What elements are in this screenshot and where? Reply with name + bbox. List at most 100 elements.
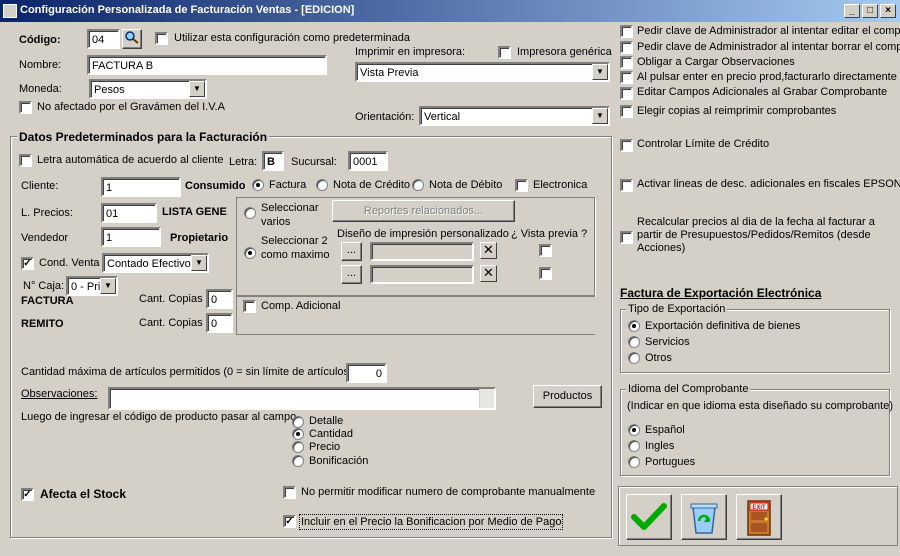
codigo-label: Código: [19, 34, 61, 46]
sucursal-field[interactable]: 0001 [348, 151, 388, 171]
opt3-checkbox[interactable] [620, 56, 633, 69]
moneda-select[interactable]: Pesos ▼ [89, 79, 207, 99]
tipo-nc-label: Nota de Crédito [333, 179, 411, 191]
opt5-checkbox[interactable] [620, 87, 633, 100]
diseno-field-1[interactable] [370, 242, 474, 261]
opt4-label: Al pulsar enter en precio prod,facturarl… [637, 71, 897, 83]
idioma-en-radio[interactable] [628, 440, 640, 452]
exp-otros-radio[interactable] [628, 352, 640, 364]
exp-bienes-radio[interactable] [628, 320, 640, 332]
maximize-button[interactable]: □ [862, 4, 878, 18]
letra-auto-checkbox[interactable] [19, 154, 32, 167]
export-title: Factura de Exportación Electrónica [620, 286, 822, 300]
copias-field-1[interactable]: 0 [206, 289, 233, 309]
clear-button-2[interactable]: ✕ [480, 265, 497, 282]
afecta-stock-label: Afecta el Stock [40, 487, 127, 501]
minimize-button[interactable]: _ [844, 4, 860, 18]
idioma-en-label: Ingles [645, 440, 675, 452]
browse-button-2[interactable]: ... [341, 265, 362, 284]
cant-max-label: Cantidad máxima de artículos permitidos … [21, 366, 353, 378]
diseno-label: Diseño de impresión personalizado [337, 228, 509, 240]
predeterminada-checkbox[interactable] [155, 32, 168, 45]
diseno-field-2[interactable] [370, 265, 474, 284]
nombre-field[interactable]: FACTURA B [87, 55, 327, 75]
exit-button[interactable]: EXIT [736, 494, 782, 540]
divider [236, 296, 595, 297]
clear-button-1[interactable]: ✕ [480, 242, 497, 259]
impresora-generica-label: Impresora genérica [517, 46, 612, 58]
copias-field-2[interactable]: 0 [206, 313, 233, 333]
opt9-label: Recalcular precios al dia de la fecha al… [637, 216, 875, 254]
campo-bonificacion-radio[interactable] [292, 455, 304, 467]
tipo-nc-radio[interactable] [316, 179, 328, 191]
vista-previa-checkbox-2[interactable] [539, 267, 552, 280]
caja-label: N° Caja: [23, 280, 65, 292]
opt3-label: Obligar a Cargar Observaciones [637, 56, 795, 68]
impresora-select[interactable]: Vista Previa ▼ [355, 62, 610, 82]
campo-cantidad-radio[interactable] [292, 428, 304, 440]
idioma-pt-radio[interactable] [628, 456, 640, 468]
letra-field[interactable]: B [262, 151, 284, 171]
electronica-checkbox[interactable] [515, 179, 528, 192]
accept-button[interactable] [626, 494, 672, 540]
sel-varios-radio[interactable] [244, 207, 256, 219]
tipo-factura-radio[interactable] [252, 179, 264, 191]
close-button[interactable]: × [880, 4, 896, 18]
sel-dos-label: Seleccionar 2 como maximo [261, 235, 330, 261]
copias-label-2: Cant. Copias [139, 317, 203, 329]
campo-precio-radio[interactable] [292, 441, 304, 453]
app-icon [3, 4, 17, 18]
impresora-generica-checkbox[interactable] [498, 46, 511, 59]
precios-field[interactable]: 01 [101, 203, 157, 223]
opt8-checkbox[interactable] [620, 179, 633, 192]
exp-bienes-label: Exportación definitiva de bienes [645, 320, 801, 332]
browse-button-1[interactable]: ... [341, 242, 362, 261]
campo-cantidad-label: Cantidad [309, 428, 354, 440]
productos-button[interactable]: Productos [533, 385, 602, 408]
opt7-checkbox[interactable] [620, 139, 633, 152]
orientacion-select[interactable]: Vertical ▼ [419, 106, 610, 126]
observaciones-scrollbar[interactable] [479, 389, 494, 408]
opt9-checkbox[interactable] [620, 231, 633, 244]
electronica-label: Electronica [533, 179, 588, 191]
opt6-label: Elegir copias al reimprimir comprobantes [637, 105, 837, 117]
codigo-search-button[interactable] [122, 29, 142, 49]
codigo-field[interactable]: 04 [87, 29, 120, 49]
chevron-down-icon: ▼ [592, 64, 608, 80]
cond-venta-checkbox[interactable]: ✓ [21, 257, 34, 270]
chevron-down-icon: ▼ [189, 81, 205, 97]
cond-venta-label: Cond. Venta [39, 257, 100, 269]
recycle-button[interactable] [681, 494, 727, 540]
search-icon [125, 31, 139, 44]
cliente-field[interactable]: 1 [101, 177, 181, 197]
idioma-es-radio[interactable] [628, 424, 640, 436]
vista-previa-checkbox-1[interactable] [539, 244, 552, 257]
sel-dos-radio[interactable] [244, 247, 256, 259]
reportes-button[interactable]: Reportes relacionados... [332, 200, 515, 222]
comp-adicional-checkbox[interactable] [243, 300, 256, 313]
gravamen-checkbox[interactable] [19, 101, 32, 114]
cond-venta-select[interactable]: Contado Efectivo ▼ [102, 253, 209, 273]
letra-auto-label: Letra automática de acuerdo al cliente [37, 154, 224, 166]
opt2-checkbox[interactable] [620, 41, 633, 54]
opt4-checkbox[interactable] [620, 71, 633, 84]
opt1-checkbox[interactable] [620, 25, 633, 38]
caja-select[interactable]: 0 - Prir ▼ [66, 276, 118, 296]
exp-otros-label: Otros [645, 352, 672, 364]
no-permitir-checkbox[interactable] [283, 486, 296, 499]
tipo-nd-label: Nota de Débito [429, 179, 503, 191]
cant-max-field[interactable]: 0 [346, 363, 387, 383]
tipo-nd-radio[interactable] [412, 179, 424, 191]
vendedor-label: Vendedor [21, 232, 69, 244]
incluir-label: Incluir en el Precio la Bonificacion por… [299, 514, 564, 530]
exp-servicios-radio[interactable] [628, 336, 640, 348]
incluir-checkbox[interactable]: ✓ [283, 515, 296, 528]
idioma-pt-label: Portugues [645, 456, 696, 468]
vendedor-field[interactable]: 1 [101, 227, 161, 247]
opt7-label: Controlar Límite de Crédito [637, 138, 770, 150]
campo-detalle-radio[interactable] [292, 416, 304, 428]
afecta-stock-checkbox[interactable]: ✓ [21, 488, 34, 501]
observaciones-field[interactable] [108, 387, 496, 410]
exit-door-icon: EXIT [747, 500, 771, 536]
opt6-checkbox[interactable] [620, 105, 633, 118]
